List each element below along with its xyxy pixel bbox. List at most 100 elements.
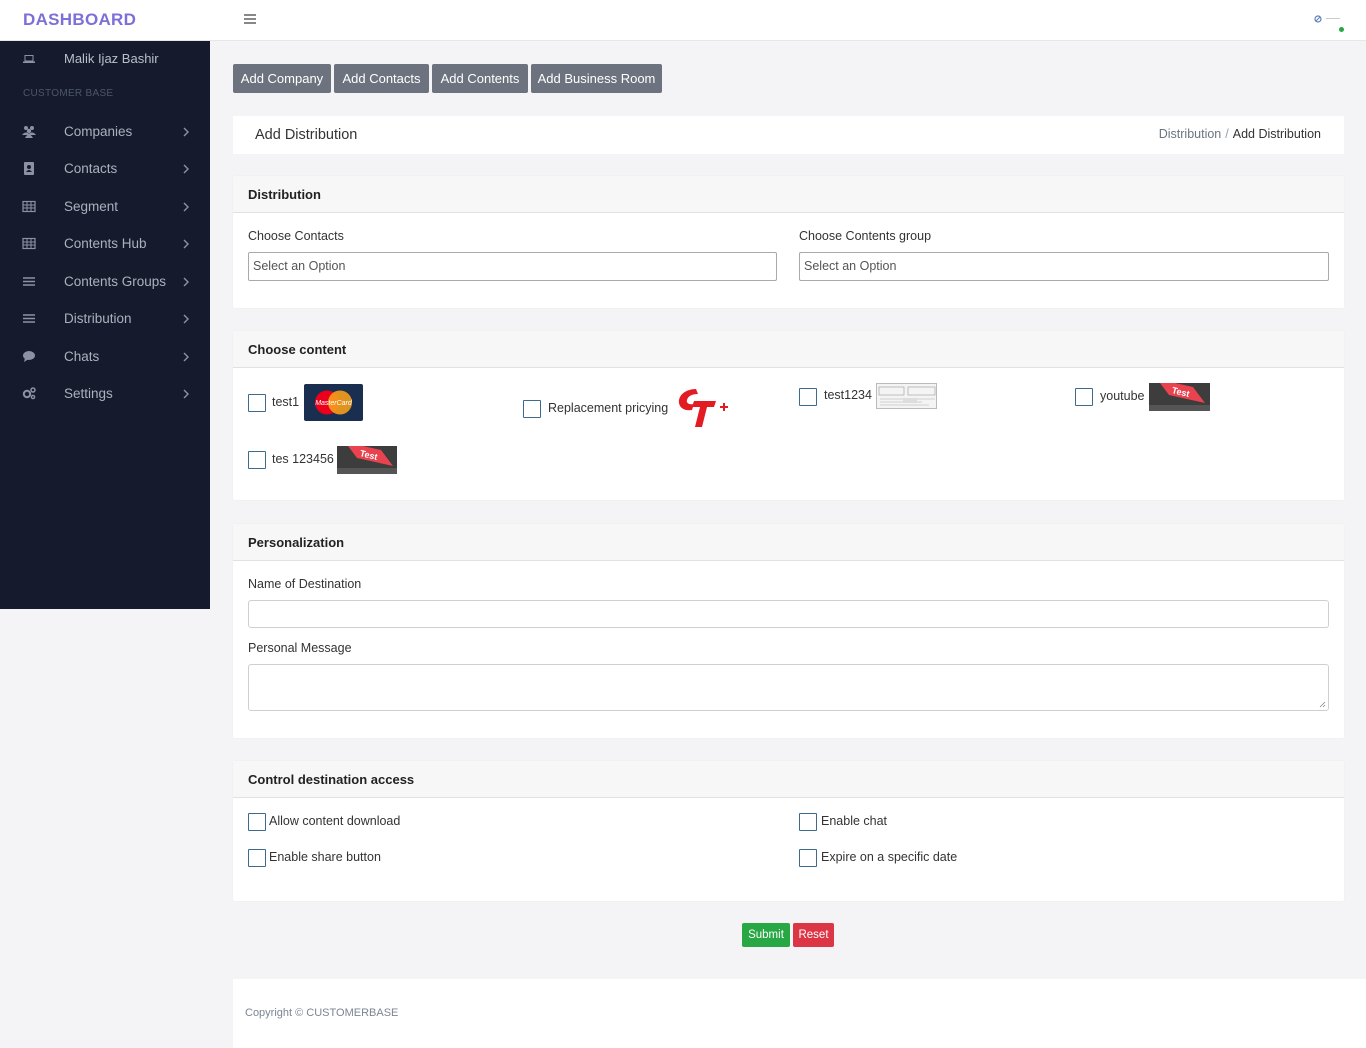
enable-share-label: Enable share button [269,850,381,864]
list-icon [23,277,35,286]
test-key-image: Test [337,446,397,474]
breadcrumb-separator: / [1225,127,1229,141]
sidebar-item-contents-hub[interactable]: Contents Hub [0,229,210,259]
choose-contacts-label: Choose Contacts [248,229,344,243]
chevron-right-icon [183,314,189,324]
expire-date-checkbox[interactable] [799,849,817,867]
enable-share-checkbox[interactable] [248,849,266,867]
chevron-right-icon [183,239,189,249]
footer: Copyright © CUSTOMERBASE [233,979,1366,1048]
distribution-card: Distribution Choose Contacts Select an O… [233,176,1344,308]
card-heading: Choose content [233,331,1344,368]
choose-group-select[interactable]: Select an Option [799,252,1329,281]
add-contacts-button[interactable]: Add Contacts [334,64,429,93]
mastercard-logo: MasterCard [304,384,363,421]
breadcrumb: Distribution / Add Distribution [1159,127,1321,141]
sidebar-item-label: Contacts [64,161,118,176]
content-label: test1 [272,395,300,409]
access-control-card: Control destination access Allow content… [233,761,1344,901]
user-name-placeholder [1326,18,1340,19]
gears-icon [22,387,36,400]
sidebar-item-settings[interactable]: Settings [0,379,210,409]
test-key-graphic: Test [337,446,397,474]
add-company-button[interactable]: Add Company [233,64,331,93]
allow-download-label: Allow content download [269,814,401,828]
add-contents-button[interactable]: Add Contents [432,64,528,93]
table-icon [22,237,36,250]
choose-contacts-select[interactable]: Select an Option [248,252,777,281]
users-icon [22,126,36,138]
sidebar-item-contents-groups[interactable]: Contents Groups [0,267,210,297]
test-key-image: Test [1149,383,1210,411]
breadcrumb-current: Add Distribution [1232,127,1321,141]
sidebar-item-label: Contents Groups [64,274,167,289]
sidebar-item-segment[interactable]: Segment [0,192,210,222]
enable-chat-label: Enable chat [821,814,888,828]
laptop-icon [23,55,35,63]
sidebar-item-label: Chats [64,349,100,364]
mastercard-logo-graphic: MasterCard [315,390,353,415]
table-icon [22,200,36,213]
chevron-right-icon [183,164,189,174]
hamburger-icon[interactable] [244,14,256,24]
document-thumbnail-graphic [878,386,936,406]
card-heading: Distribution [233,176,1344,213]
main-content: Add Company Add Contacts Add Contents Ad… [210,41,1366,1048]
brand-logo[interactable]: DASHBOARD [23,10,136,30]
sidebar-item-label: Segment [64,199,119,214]
sidebar-section-title: CUSTOMER BASE [23,88,114,99]
page-title: Add Distribution [255,127,358,143]
sidebar: Malik Ijaz Bashir CUSTOMER BASE Companie… [0,41,210,609]
test-key-graphic: Test [1149,383,1210,411]
page-header: Add Distribution Distribution / Add Distri… [233,116,1344,154]
content-label: tes 123456 [272,452,334,466]
personal-message-textarea[interactable] [248,664,1329,711]
content-label: test1234 [824,388,872,402]
content-label: youtube [1100,389,1145,403]
chevron-right-icon [183,202,189,212]
online-status-dot [1339,27,1344,32]
sidebar-item-label: Distribution [64,311,132,326]
choose-content-card: Choose content test1 MasterCard Replacem… [233,331,1344,500]
content-checkbox-tes-123456[interactable] [248,451,266,469]
user-avatar-icon[interactable] [1314,15,1324,23]
card-heading: Personalization [233,524,1344,561]
top-header: DASHBOARD [0,0,1366,41]
list-icon [23,314,35,323]
content-checkbox-youtube[interactable] [1075,388,1093,406]
sidebar-item-label: Companies [64,124,133,139]
sidebar-item-contacts[interactable]: Contacts [0,154,210,184]
ct-logo-graphic [678,389,728,427]
copyright-text: Copyright © CUSTOMERBASE [245,1007,399,1019]
submit-button[interactable]: Submit [742,923,790,947]
sidebar-user[interactable]: Malik Ijaz Bashir [0,50,210,70]
chevron-right-icon [183,352,189,362]
content-checkbox-test1234[interactable] [799,388,817,406]
sidebar-item-distribution[interactable]: Distribution [0,304,210,334]
destination-name-label: Name of Destination [248,577,362,591]
content-checkbox-test1[interactable] [248,394,266,412]
sidebar-item-companies[interactable]: Companies [0,117,210,147]
comment-icon [23,351,35,362]
reset-button[interactable]: Reset [793,923,834,947]
choose-group-label: Choose Contents group [799,229,932,243]
chevron-right-icon [183,277,189,287]
destination-name-input[interactable] [248,600,1329,628]
allow-download-checkbox[interactable] [248,813,266,831]
ct-logo [676,385,734,435]
enable-chat-checkbox[interactable] [799,813,817,831]
chevron-right-icon [183,389,189,399]
breadcrumb-link-distribution[interactable]: Distribution [1159,127,1222,141]
chevron-right-icon [183,127,189,137]
content-label: Replacement pricying [548,401,669,415]
personal-message-label: Personal Message [248,641,352,655]
personalization-card: Personalization Name of Destination Pers… [233,524,1344,738]
sidebar-item-chats[interactable]: Chats [0,342,210,372]
sidebar-item-label: Contents Hub [64,236,147,251]
content-checkbox-replacement-pricying[interactable] [523,400,541,418]
document-thumbnail [876,383,937,409]
add-business-room-button[interactable]: Add Business Room [531,64,662,93]
card-heading: Control destination access [233,761,1344,798]
resize-handle-icon[interactable] [1319,701,1326,708]
expire-date-label: Expire on a specific date [821,850,958,864]
